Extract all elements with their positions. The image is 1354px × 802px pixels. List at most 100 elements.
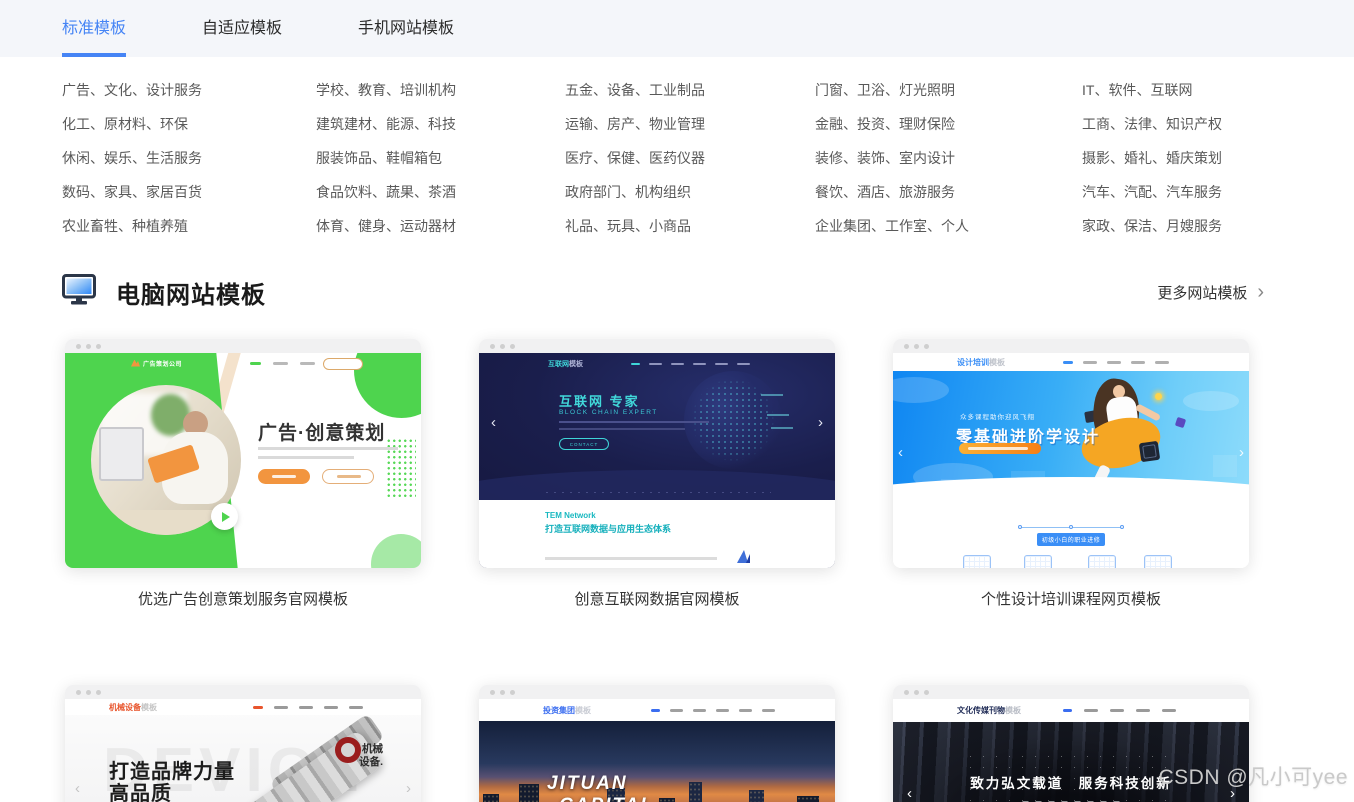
browser-chrome bbox=[893, 685, 1249, 699]
category-link[interactable]: 休闲、娱乐、生活服务 bbox=[62, 145, 316, 179]
tab-mobile-template[interactable]: 手机网站模板 bbox=[358, 0, 454, 57]
mini-feature-title: TEM Network bbox=[545, 511, 596, 520]
chrome-dot bbox=[86, 344, 91, 349]
template-card-machinery[interactable]: DEVICE 机械设备模板 bbox=[65, 685, 421, 802]
tab-standard-template[interactable]: 标准模板 bbox=[62, 0, 126, 57]
category-link[interactable]: 摄影、婚礼、婚庆策划 bbox=[1082, 145, 1284, 179]
category-link[interactable]: 餐饮、酒店、旅游服务 bbox=[815, 179, 1082, 213]
template-card-title[interactable]: 优选广告创意策划服务官网模板 bbox=[65, 588, 421, 609]
chrome-dot bbox=[924, 344, 929, 349]
chrome-dot bbox=[510, 344, 515, 349]
text-placeholder-bar bbox=[559, 421, 709, 423]
category-link[interactable]: 运输、房产、物业管理 bbox=[565, 111, 815, 145]
more-templates-label: 更多网站模板 bbox=[1157, 282, 1247, 303]
category-link[interactable]: 企业集团、工作室、个人 bbox=[815, 213, 1082, 247]
carousel-next-icon: › bbox=[1239, 445, 1244, 460]
page-title: 电脑网站模板 bbox=[116, 275, 266, 310]
green-circle-decor bbox=[371, 534, 421, 568]
mini-nav bbox=[253, 706, 363, 709]
tab-adaptive-template[interactable]: 自适应模板 bbox=[202, 0, 282, 57]
chrome-dot bbox=[500, 690, 505, 695]
category-link[interactable]: 礼品、玩具、小商品 bbox=[565, 213, 815, 247]
category-link[interactable]: 家政、保洁、月嫂服务 bbox=[1082, 213, 1284, 247]
category-link[interactable]: 学校、教育、培训机构 bbox=[316, 77, 565, 111]
template-card-internet[interactable]: 互联网模板 互联网 专家 BLO bbox=[479, 339, 835, 568]
mini-site-header: 文化传媒刊物模板 bbox=[893, 699, 1249, 722]
particle-globe-graphic bbox=[684, 371, 782, 469]
template-market-page: 标准模板 自适应模板 手机网站模板 广告、文化、设计服务 学校、教育、培训机构 … bbox=[0, 0, 1354, 802]
category-link[interactable]: 广告、文化、设计服务 bbox=[62, 77, 316, 111]
feature-icon-placeholder bbox=[963, 555, 991, 568]
category-link[interactable]: 医疗、保健、医药仪器 bbox=[565, 145, 815, 179]
category-link[interactable]: IT、软件、互联网 bbox=[1082, 77, 1284, 111]
mini-hero-headline: CAPITAL bbox=[559, 795, 654, 802]
floating-cube-decor bbox=[1175, 417, 1186, 428]
template-card-title[interactable]: 创意互联网数据官网模板 bbox=[479, 588, 835, 609]
mini-nav-button bbox=[323, 358, 363, 370]
mini-site-logo: 互联网模板 bbox=[548, 359, 583, 369]
browser-chrome bbox=[893, 339, 1249, 353]
chrome-dot bbox=[76, 344, 81, 349]
category-link[interactable]: 农业畜牲、种植养殖 bbox=[62, 213, 316, 247]
category-link[interactable]: 体育、健身、运动器材 bbox=[316, 213, 565, 247]
dot-row-decor bbox=[543, 491, 771, 494]
category-link[interactable]: 食品饮料、蔬果、茶酒 bbox=[316, 179, 565, 213]
chrome-dot bbox=[904, 690, 909, 695]
mini-hero-cityscape: JITUAN CAPITAL 具有资产管理理念的金融机构 bbox=[479, 721, 835, 802]
category-link[interactable]: 化工、原材料、环保 bbox=[62, 111, 316, 145]
category-link[interactable]: 门窗、卫浴、灯光照明 bbox=[815, 77, 1082, 111]
mountain-logo-icon bbox=[131, 360, 140, 367]
mini-side-text: 机械 设备. bbox=[359, 743, 383, 769]
mini-logo-rest: 模板 bbox=[569, 361, 583, 368]
category-link[interactable]: 工商、法律、知识产权 bbox=[1082, 111, 1284, 145]
category-link[interactable]: 政府部门、机构组织 bbox=[565, 179, 815, 213]
mini-hero-headline: 互联网 专家 bbox=[559, 391, 640, 410]
mini-site-logo: 设计培训模板 bbox=[957, 357, 1005, 368]
mini-primary-button bbox=[258, 469, 310, 484]
template-screenshot: 广告策划公司 广 bbox=[65, 353, 421, 568]
mini-secondary-button bbox=[322, 469, 374, 484]
category-link[interactable]: 数码、家具、家居百货 bbox=[62, 179, 316, 213]
template-card-advertising[interactable]: 广告策划公司 广 bbox=[65, 339, 421, 568]
chrome-dot bbox=[914, 344, 919, 349]
template-card-design-training[interactable]: 设计培训模板 bbox=[893, 339, 1249, 568]
category-links-grid: 广告、文化、设计服务 学校、教育、培训机构 五金、设备、工业制品 门窗、卫浴、灯… bbox=[0, 57, 1354, 247]
mini-site-header: 广告策划公司 bbox=[65, 356, 421, 370]
chrome-dot bbox=[904, 344, 909, 349]
mini-hero-dark: 互联网模板 互联网 专家 BLO bbox=[479, 353, 835, 500]
mini-logo-accent: 投资集团 bbox=[543, 706, 575, 715]
mini-site-header: 投资集团模板 bbox=[479, 699, 835, 721]
mini-logo-accent: 设计培训 bbox=[957, 358, 989, 367]
mini-logo-rest: 模板 bbox=[1005, 706, 1021, 715]
category-link[interactable]: 装修、装饰、室内设计 bbox=[815, 145, 1082, 179]
feature-icon-placeholder bbox=[1024, 555, 1052, 568]
more-templates-link[interactable]: 更多网站模板 › bbox=[1157, 282, 1264, 303]
mini-site-header: 机械设备模板 bbox=[65, 699, 421, 715]
sail-logo-graphic bbox=[737, 550, 748, 563]
mini-lower-section: 初级小白的职业进修 bbox=[893, 505, 1249, 568]
wave-decor bbox=[479, 470, 835, 500]
category-link[interactable]: 金融、投资、理财保险 bbox=[815, 111, 1082, 145]
mini-site-logo: 广告策划公司 bbox=[131, 359, 182, 368]
carousel-prev-icon: ‹ bbox=[898, 445, 903, 460]
globe-label-bar bbox=[761, 394, 783, 396]
chevron-right-icon: › bbox=[1257, 282, 1264, 302]
browser-chrome bbox=[65, 339, 421, 353]
mini-hero-headline: 打造品牌力量 高品质 bbox=[109, 761, 235, 802]
carousel-next-icon: › bbox=[406, 781, 411, 796]
chrome-dot bbox=[500, 344, 505, 349]
category-link[interactable]: 建筑建材、能源、科技 bbox=[316, 111, 565, 145]
text-placeholder-bar bbox=[545, 557, 717, 560]
mini-logo-accent: 互联网 bbox=[548, 361, 569, 368]
chrome-dot bbox=[490, 344, 495, 349]
selection-frame bbox=[1020, 527, 1122, 528]
mini-site-header: 设计培训模板 bbox=[893, 353, 1249, 371]
category-link[interactable]: 汽车、汽配、汽车服务 bbox=[1082, 179, 1284, 213]
template-card-investment[interactable]: 投资集团模板 bbox=[479, 685, 835, 802]
mini-hero-subtitle: BLOCK CHAIN EXPERT bbox=[559, 409, 658, 416]
mini-site-logo: 投资集团模板 bbox=[543, 705, 591, 716]
template-card-title[interactable]: 个性设计培训课程网页模板 bbox=[893, 588, 1249, 609]
category-link[interactable]: 服装饰品、鞋帽箱包 bbox=[316, 145, 565, 179]
category-link[interactable]: 五金、设备、工业制品 bbox=[565, 77, 815, 111]
mini-logo-accent: 文化传媒刊物 bbox=[957, 706, 1005, 715]
